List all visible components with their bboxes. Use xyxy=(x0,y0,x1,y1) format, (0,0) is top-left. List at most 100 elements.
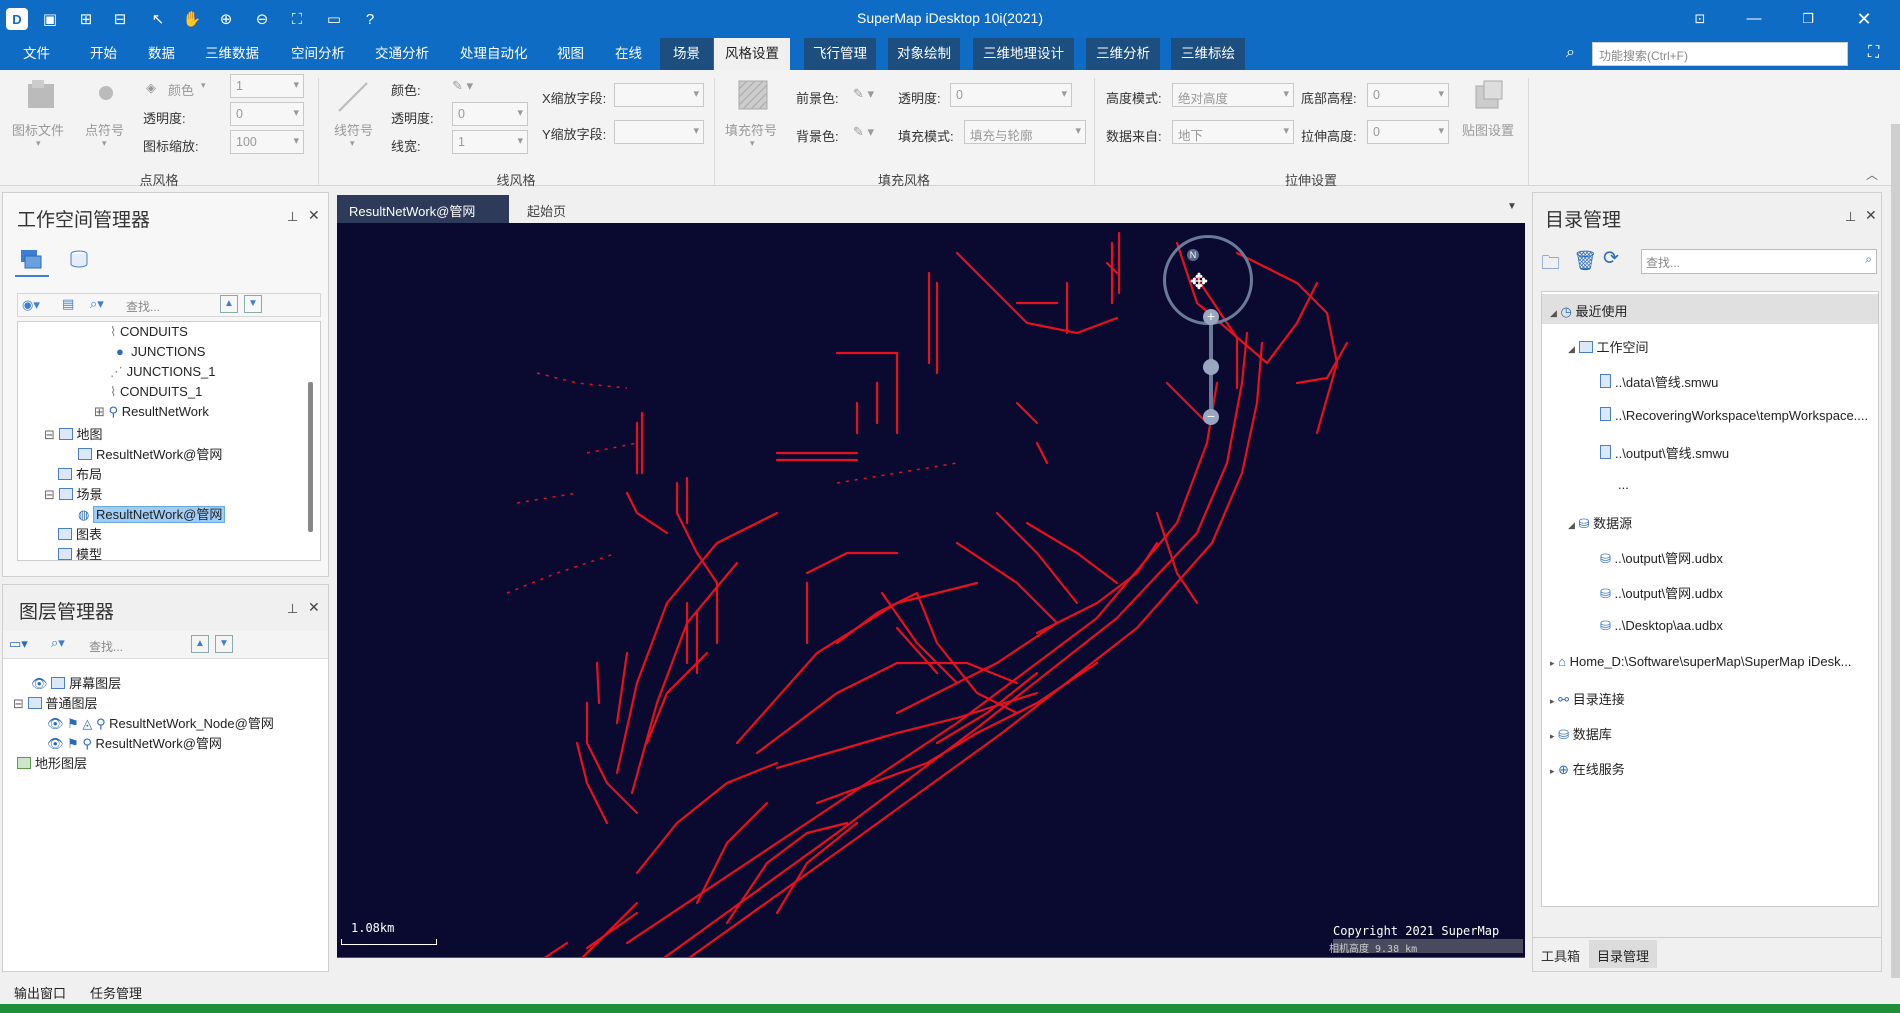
background-color-picker-icon[interactable]: ✎ ▾ xyxy=(853,124,874,140)
workspace-search-input[interactable]: 查找... xyxy=(126,298,160,315)
menu-traffic-analysis[interactable]: 交通分析 xyxy=(366,38,438,70)
open-folder-icon[interactable]: ▭ xyxy=(322,7,346,31)
layer-search-input[interactable]: 查找... xyxy=(89,638,123,655)
point-opacity-field[interactable]: 0 xyxy=(230,102,304,126)
pin-icon[interactable]: ⊥ xyxy=(287,209,298,225)
open-file-icon[interactable]: ▤ xyxy=(62,296,74,312)
menu-3d-analysis[interactable]: 三维分析 xyxy=(1086,38,1160,70)
tree-item-scene-resultnetwork[interactable]: ◍ ResultNetWork@管网 xyxy=(78,504,226,523)
tab-start-page[interactable]: 起始页 xyxy=(527,201,566,220)
zoom-out-icon[interactable]: ⊖ xyxy=(250,7,274,31)
pin-icon[interactable]: ⊥ xyxy=(1845,209,1856,225)
fullscreen-icon[interactable]: ⛶ xyxy=(1868,44,1879,62)
fill-opacity-field[interactable]: 0 xyxy=(950,83,1072,107)
find-icon[interactable]: ⌕▾ xyxy=(51,635,65,651)
menu-view[interactable]: 视图 xyxy=(548,38,593,70)
menu-data[interactable]: 数据 xyxy=(139,38,184,70)
tree-item-scenes[interactable]: ⊟ 场景 xyxy=(44,484,103,503)
zoom-slider-handle[interactable] xyxy=(1203,359,1219,375)
menu-file[interactable]: 文件 xyxy=(14,38,59,70)
extrude-height-field[interactable]: 0 xyxy=(1367,120,1449,144)
tree-item-layouts[interactable]: 布局 xyxy=(58,464,102,483)
catalog-file-1[interactable]: ..\data\管线.smwu xyxy=(1600,372,1718,391)
new-folder-icon[interactable]: 🗀 xyxy=(1541,249,1560,281)
export-icon[interactable]: ⊟ xyxy=(108,7,132,31)
task-manager-tab[interactable]: 任务管理 xyxy=(90,983,142,1002)
view-options-icon[interactable]: ◉▾ xyxy=(22,297,40,313)
menu-3d-plotting[interactable]: 三维标绘 xyxy=(1171,38,1245,70)
help-icon[interactable]: ? xyxy=(358,7,382,31)
zoom-in-icon[interactable]: ⊕ xyxy=(214,7,238,31)
menu-online[interactable]: 在线 xyxy=(606,38,651,70)
zoom-out-button[interactable]: − xyxy=(1203,409,1219,425)
menu-scene[interactable]: 场景 xyxy=(660,38,713,70)
fill-mode-select[interactable]: 填充与轮廓 xyxy=(964,120,1086,144)
output-window-tab[interactable]: 输出窗口 xyxy=(14,983,66,1002)
panel-close-icon[interactable]: ✕ xyxy=(308,599,320,616)
zoom-in-button[interactable]: + xyxy=(1203,309,1219,325)
height-mode-select[interactable]: 绝对高度 xyxy=(1172,83,1294,107)
line-color-picker-icon[interactable]: ✎ ▾ xyxy=(452,78,473,94)
tree-item-conduits-1[interactable]: ⌇ CONDUITS_1 xyxy=(110,384,202,400)
tree-item-junctions[interactable]: ● JUNCTIONS xyxy=(116,344,205,359)
foreground-color-picker-icon[interactable]: ✎ ▾ xyxy=(853,86,874,102)
layer-resultnetwork-node[interactable]: 👁 ⚑ ◬ ⚲ ResultNetWork_Node@管网 xyxy=(47,713,274,732)
catalog-datasource-1[interactable]: ⛁ ..\output\管网.udbx xyxy=(1600,548,1723,567)
menu-3d-data[interactable]: 三维数据 xyxy=(196,38,268,70)
x-scale-field-select[interactable] xyxy=(614,83,704,107)
pan-hand-icon[interactable]: ✋ xyxy=(180,7,204,31)
bottom-elevation-field[interactable]: 0 xyxy=(1367,83,1449,107)
move-up-icon[interactable]: ▲ xyxy=(191,635,209,653)
catalog-home[interactable]: ▸ ⌂ Home_D:\Software\superMap\SuperMap i… xyxy=(1550,654,1851,669)
pan-arrows-icon[interactable]: ✥ xyxy=(1176,259,1222,305)
layer-terrain[interactable]: 地形图层 xyxy=(17,753,87,772)
point-symbol-button[interactable]: 点符号 xyxy=(85,120,124,139)
collapse-ribbon-icon[interactable]: ︿ xyxy=(1866,166,1878,183)
catalog-connections[interactable]: ▸ ⚯ 目录连接 xyxy=(1550,689,1625,708)
catalog-recent-workspaces[interactable]: ◢ 工作空间 xyxy=(1568,337,1649,356)
point-value-field-1[interactable]: 1 xyxy=(230,74,304,98)
layer-screen[interactable]: 👁 屏幕图层 xyxy=(31,673,121,692)
catalog-more[interactable]: ... xyxy=(1618,477,1629,492)
minimize-button[interactable]: — xyxy=(1736,6,1772,32)
line-opacity-field[interactable]: 0 xyxy=(452,102,528,126)
move-down-icon[interactable]: ▼ xyxy=(215,635,233,653)
import-icon[interactable]: ⊞ xyxy=(74,7,98,31)
menu-object-draw[interactable]: 对象绘制 xyxy=(888,38,960,70)
line-width-field[interactable]: 1 xyxy=(452,130,528,154)
scene-view[interactable]: N ✥ + − 1.08km Copyright 2021 SuperMap 相… xyxy=(337,223,1525,958)
panel-close-icon[interactable]: ✕ xyxy=(1865,207,1877,224)
tab-scene-resultnetwork[interactable]: ResultNetWork@管网✕ xyxy=(337,195,509,235)
catalog-file-3[interactable]: ..\output\管线.smwu xyxy=(1600,443,1729,462)
menu-spatial-analysis[interactable]: 空间分析 xyxy=(282,38,354,70)
catalog-datasource-3[interactable]: ⛁ ..\Desktop\aa.udbx xyxy=(1600,618,1723,634)
tab-toolbox[interactable]: 工具箱 xyxy=(1541,946,1580,965)
catalog-recent-datasources[interactable]: ◢ ⛁ 数据源 xyxy=(1568,513,1632,532)
tree-item-map-resultnetwork[interactable]: ResultNetWork@管网 xyxy=(78,444,222,463)
pin-icon[interactable]: ⊥ xyxy=(287,601,298,617)
catalog-datasource-2[interactable]: ⛁ ..\output\管网.udbx xyxy=(1600,583,1723,602)
move-down-icon[interactable]: ▼ xyxy=(244,295,262,313)
catalog-search-input[interactable]: 查找... ⌕ xyxy=(1641,249,1877,274)
save-icon[interactable]: ▣ xyxy=(38,7,62,31)
tree-item-conduits[interactable]: ⌇ CONDUITS xyxy=(110,324,188,340)
tab-catalog[interactable]: 目录管理 xyxy=(1589,940,1658,968)
texture-settings-button[interactable]: 贴图设置 xyxy=(1462,120,1514,139)
restore-ribbon-icon[interactable]: ⊡ xyxy=(1682,6,1718,32)
full-extent-icon[interactable]: ⛶ xyxy=(285,7,309,31)
line-symbol-button[interactable]: 线符号 xyxy=(334,120,373,139)
panel-close-icon[interactable]: ✕ xyxy=(308,207,320,224)
data-source-select[interactable]: 地下 xyxy=(1172,120,1294,144)
icon-scale-field[interactable]: 100 xyxy=(230,130,304,154)
tab-list-dropdown-icon[interactable]: ▼ xyxy=(1507,201,1517,212)
function-search-input[interactable]: 功能搜索(Ctrl+F) xyxy=(1592,42,1848,66)
close-button[interactable]: ✕ xyxy=(1846,6,1882,32)
layer-normal-group[interactable]: ⊟ 普通图层 xyxy=(13,693,98,712)
refresh-icon[interactable]: ⟳ xyxy=(1603,247,1619,270)
search-icon[interactable]: ⌕ xyxy=(1865,252,1872,267)
catalog-online-services[interactable]: ▸ ⊕ 在线服务 xyxy=(1550,759,1625,778)
tree-item-resultnetwork[interactable]: ⊞ ⚲ ResultNetWork xyxy=(94,404,209,420)
tree-item-models[interactable]: 模型 xyxy=(58,544,102,560)
fill-symbol-button[interactable]: 填充符号 xyxy=(725,120,777,139)
menu-style-settings[interactable]: 风格设置 xyxy=(714,38,790,70)
